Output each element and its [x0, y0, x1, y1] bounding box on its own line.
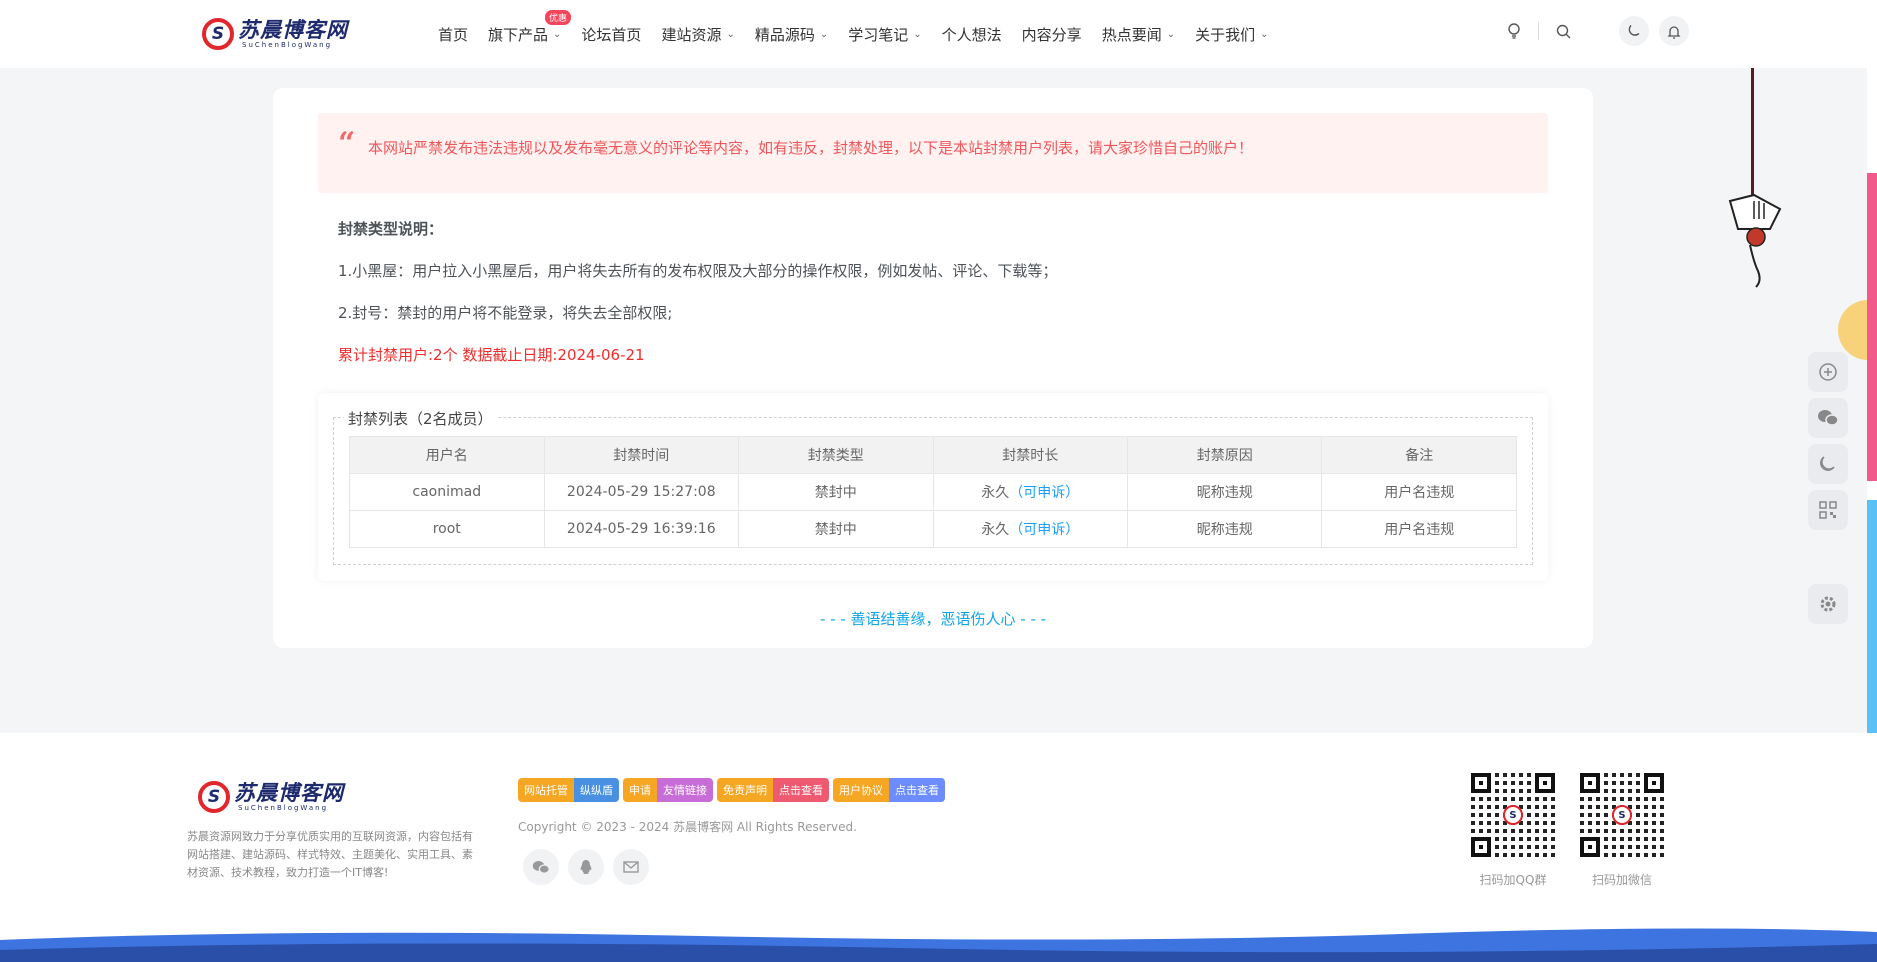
motto-text: - - - 善语结善缘，恶语伤人心 - - - [819, 610, 1047, 628]
ban-type-blackroom: 1.小黑屋：用户拉入小黑屋后，用户将失去所有的发布权限及大部分的操作权限，例如发… [338, 262, 1058, 280]
nav-item-home[interactable]: 首页 [438, 24, 468, 45]
wechat-icon[interactable] [523, 849, 559, 885]
cell-ban-time: 2024-05-29 15:27:08 [543, 473, 740, 511]
banlist-panel: 封禁列表（2名成员） 用户名 封禁时间 封禁类型 封禁时长 封禁原因 备注 ca… [318, 393, 1548, 581]
logo-subtitle: SuChenBlogWang [242, 41, 333, 49]
site-logo[interactable]: S 苏晨博客网 SuChenBlogWang [202, 18, 348, 50]
footer-wave [0, 928, 1877, 962]
logo-title: 苏晨博客网 [238, 18, 348, 42]
badge-disclaimer[interactable]: 免责声明 点击查看 [717, 778, 829, 802]
notice-text: 本网站严禁发布违法违规以及发布毫无意义的评论等内容，如有违反，封禁处理，以下是本… [368, 139, 1254, 157]
table-row: caonimad 2024-05-29 15:27:08 禁封中 永久（可申诉）… [349, 473, 1517, 511]
nav-item-share[interactable]: 内容分享 [1022, 24, 1082, 45]
qq-group-qrcode: S 扫码加QQ群 [1471, 773, 1555, 888]
lightbulb-icon[interactable] [1500, 17, 1528, 45]
logo-title: 苏晨博客网 [234, 781, 344, 805]
nav-item-source-code[interactable]: 精品源码 ⌄ [755, 24, 828, 45]
cell-reason: 昵称违规 [1126, 510, 1323, 548]
add-icon[interactable] [1808, 352, 1848, 392]
badge-hosting[interactable]: 网站托管 纵纵盾 [518, 778, 619, 802]
cell-ban-type: 禁封中 [738, 473, 934, 511]
cell-duration: 永久（可申诉） [932, 473, 1129, 511]
banlist-table: 用户名 封禁时间 封禁类型 封禁时长 封禁原因 备注 caonimad 2024… [349, 436, 1517, 548]
bell-icon[interactable] [1659, 16, 1689, 46]
mail-icon[interactable] [613, 849, 649, 885]
mascot-avatar[interactable] [1838, 300, 1868, 360]
chevron-down-icon: ⌄ [1166, 28, 1176, 40]
nav-item-products[interactable]: 旗下产品 优惠 ⌄ [488, 9, 572, 45]
banlist-card: “ 本网站严禁发布违法违规以及发布毫无意义的评论等内容，如有违反，封禁处理，以下… [273, 88, 1593, 648]
chevron-down-icon: ⌄ [726, 28, 735, 40]
top-navbar: S 苏晨博客网 SuChenBlogWang 首页 旗下产品 优惠 ⌄ 论坛首页 建… [0, 0, 1877, 68]
banlist-fieldset: 封禁列表（2名成员） 用户名 封禁时间 封禁类型 封禁时长 封禁原因 备注 ca… [333, 408, 1533, 565]
col-header-note: 备注 [1321, 436, 1517, 474]
col-header-reason: 封禁原因 [1126, 436, 1323, 474]
chevron-down-icon: ⌄ [819, 28, 829, 40]
qq-icon[interactable] [568, 849, 604, 885]
copyright: Copyright © 2023 - 2024 苏晨博客网 All Rights… [518, 820, 857, 834]
nav-item-forum[interactable]: 论坛首页 [581, 24, 641, 45]
logo-mark: S [202, 18, 234, 50]
ban-type-account: 2.封号：禁封的用户将不能登录，将失去全部权限; [338, 304, 673, 322]
quote-icon: “ [338, 126, 356, 161]
col-header-ban-time: 封禁时间 [543, 436, 740, 474]
chevron-down-icon: ⌄ [553, 28, 562, 40]
appeal-link[interactable]: （可申诉） [1009, 522, 1079, 538]
main-nav: 首页 旗下产品 优惠 ⌄ 论坛首页 建站资源 ⌄ 精品源码 ⌄ 学习笔记 ⌄ 个人想法 内… [438, 0, 1289, 68]
cell-reason: 昵称违规 [1126, 473, 1323, 511]
table-row: root 2024-05-29 16:39:16 禁封中 永久（可申诉） 昵称违… [349, 510, 1517, 548]
logo-mark: S [198, 781, 230, 813]
chevron-down-icon: ⌄ [913, 28, 922, 40]
search-icon[interactable] [1549, 17, 1577, 45]
badge-user-agreement[interactable]: 用户协议 点击查看 [833, 778, 945, 802]
divider [1538, 22, 1539, 40]
cell-note: 用户名违规 [1321, 473, 1517, 511]
hanging-rope [1751, 68, 1754, 198]
qrcode-icon[interactable] [1808, 490, 1848, 530]
nav-item-about[interactable]: 关于我们 ⌄ [1195, 24, 1268, 45]
ban-stats: 累计封禁用户:2个 数据截止日期:2024-06-21 [338, 346, 645, 364]
social-links [523, 849, 658, 885]
cell-duration: 永久（可申诉） [932, 510, 1129, 548]
banlist-legend: 封禁列表（2名成员） [344, 408, 497, 429]
qrcode-image: S [1580, 773, 1664, 857]
moon-icon[interactable] [1808, 444, 1848, 484]
logo-subtitle: SuChenBlogWang [238, 804, 329, 812]
chevron-down-icon: ⌄ [1260, 28, 1269, 40]
cell-ban-type: 禁封中 [738, 510, 934, 548]
gear-icon[interactable] [1808, 584, 1848, 624]
col-header-duration: 封禁时长 [932, 436, 1129, 474]
cell-note: 用户名违规 [1321, 510, 1517, 548]
nav-item-notes[interactable]: 学习笔记 ⌄ [848, 24, 921, 45]
footer-badges: 网站托管 纵纵盾 申请 友情链接 免责声明 点击查看 用户协议 点击查看 [518, 778, 949, 802]
warning-notice: “ 本网站严禁发布违法违规以及发布毫无意义的评论等内容，如有违反，封禁处理，以下… [318, 113, 1548, 193]
nav-item-site-resources[interactable]: 建站资源 ⌄ [661, 24, 734, 45]
appeal-link[interactable]: （可申诉） [1009, 485, 1079, 501]
duration-text: 永久 [981, 522, 1010, 538]
wechat-qrcode: S 扫码加微信 [1580, 773, 1664, 888]
badge-friend-link[interactable]: 申请 友情链接 [623, 778, 713, 802]
qrcode-caption: 扫码加微信 [1591, 873, 1652, 887]
nav-item-thoughts[interactable]: 个人想法 [942, 24, 1002, 45]
cell-username: root [349, 510, 545, 548]
qrcode-caption: 扫码加QQ群 [1479, 873, 1547, 887]
nav-item-news[interactable]: 热点要闻 ⌄ [1102, 24, 1175, 45]
table-header-row: 用户名 封禁时间 封禁类型 封禁时长 封禁原因 备注 [349, 436, 1517, 474]
header-actions [1500, 16, 1689, 46]
qrcode-image: S [1471, 773, 1555, 857]
footer-logo[interactable]: S 苏晨博客网 SuChenBlogWang [198, 781, 344, 813]
duration-text: 永久 [981, 485, 1010, 501]
promo-badge: 优惠 [545, 9, 572, 25]
hanging-cat-icon[interactable] [1718, 193, 1790, 293]
ban-types-heading: 封禁类型说明： [338, 220, 444, 238]
moon-icon[interactable] [1619, 16, 1649, 46]
col-header-username: 用户名 [349, 436, 545, 474]
wechat-icon[interactable] [1808, 398, 1848, 438]
cell-ban-time: 2024-05-29 16:39:16 [543, 510, 740, 548]
cell-username: caonimad [349, 473, 545, 511]
footer-description: 苏晨资源网致力于分享优质实用的互联网资源，内容包括有网站搭建、建站源码、样式特效… [187, 830, 473, 879]
col-header-ban-type: 封禁类型 [738, 436, 934, 474]
